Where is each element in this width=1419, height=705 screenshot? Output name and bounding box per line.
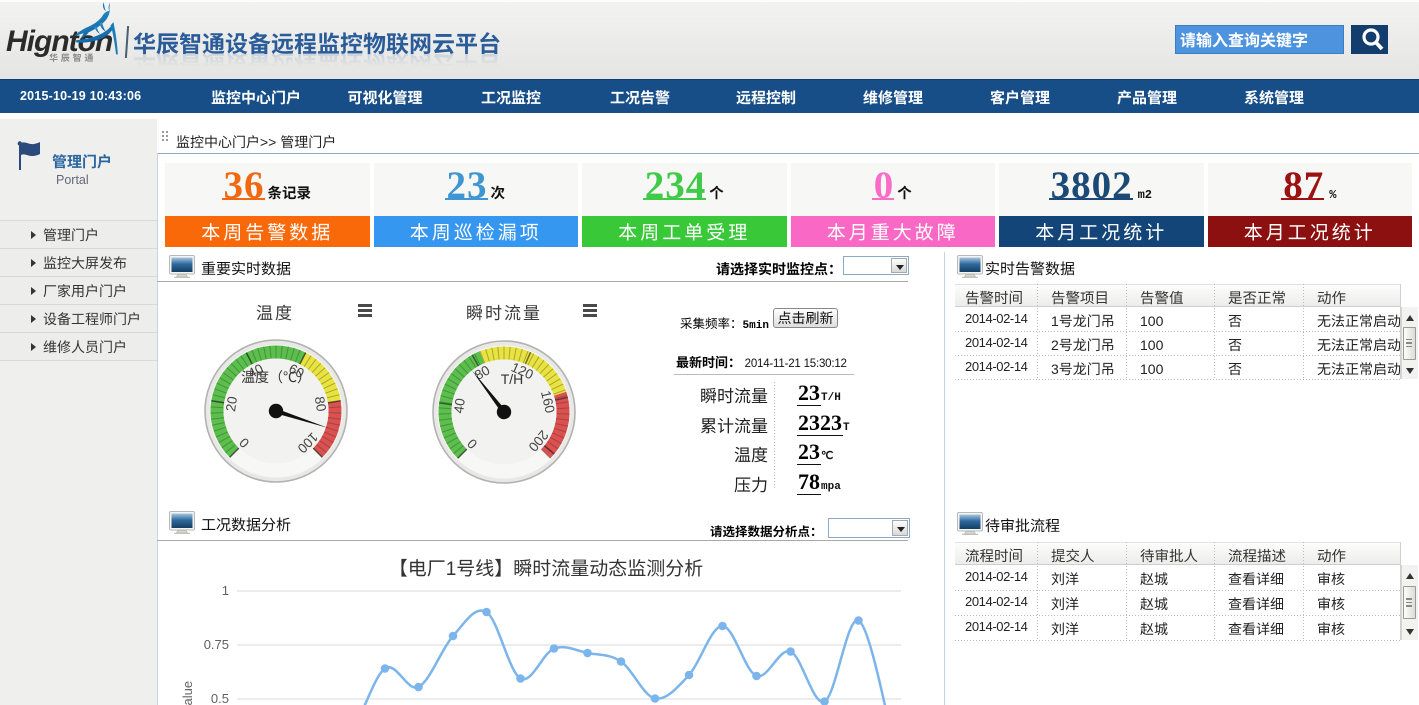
svg-text:40: 40 [451, 397, 468, 414]
svg-text:0.5: 0.5 [211, 691, 229, 705]
svg-text:0.75: 0.75 [204, 637, 229, 652]
svg-text:80: 80 [312, 395, 329, 412]
svg-text:20: 20 [223, 395, 240, 412]
svg-text:1: 1 [222, 583, 229, 598]
svg-text:value: value [180, 681, 195, 705]
